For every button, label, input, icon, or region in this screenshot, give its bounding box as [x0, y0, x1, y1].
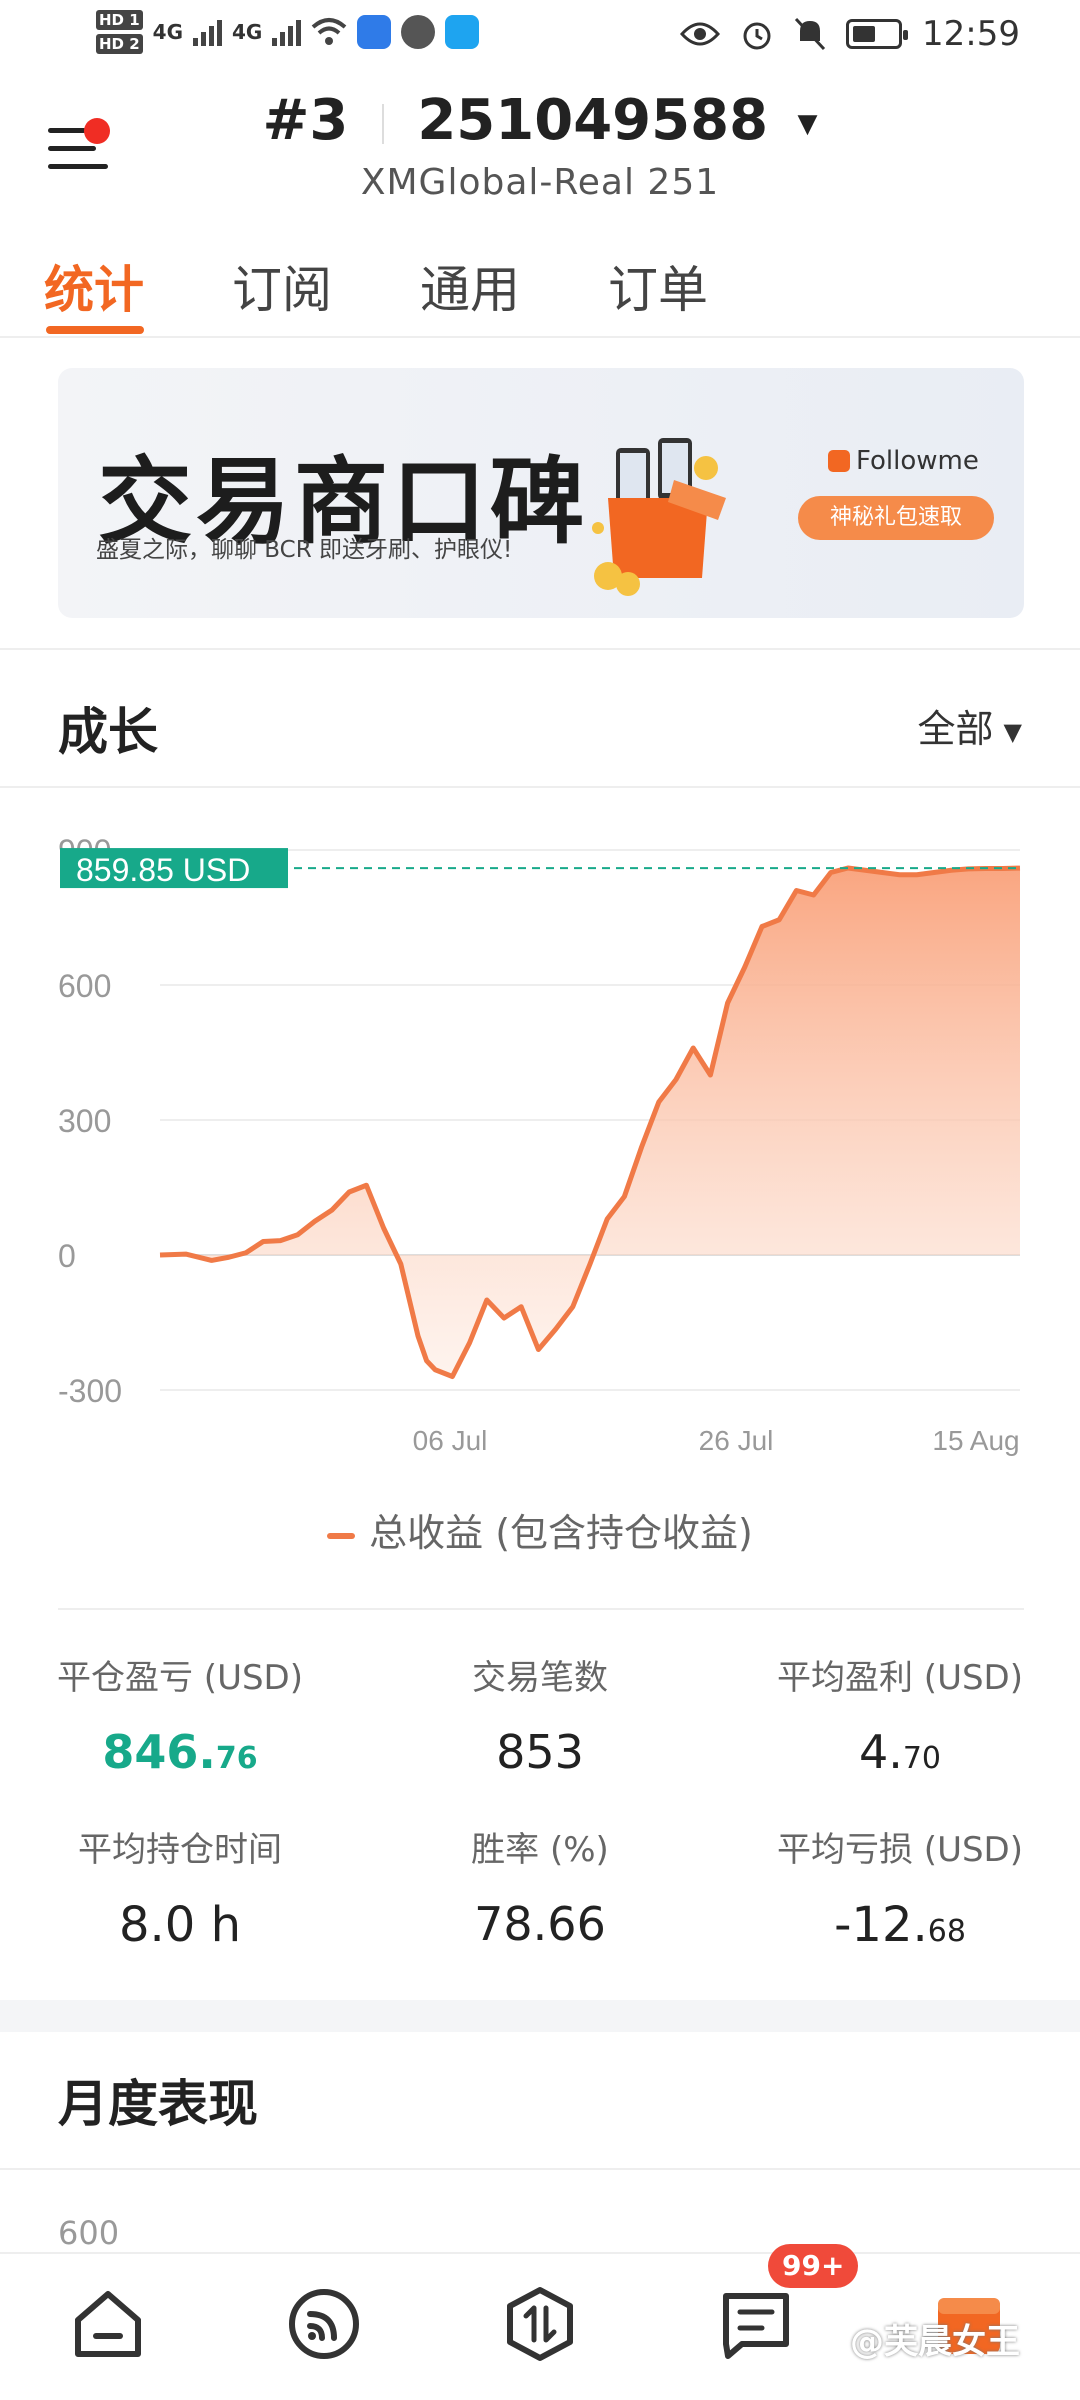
y-tick-label: 300: [58, 1103, 111, 1139]
monthly-title: 月度表现: [58, 2075, 258, 2133]
followme-brand: Followme: [828, 446, 979, 476]
range-value: 全部: [917, 707, 994, 751]
banner-section: 交易商口碑 盛夏之际，聊聊 BCR 即送牙刷、护眼仪! Followme 神秘礼…: [0, 338, 1080, 650]
promo-banner[interactable]: 交易商口碑 盛夏之际，聊聊 BCR 即送牙刷、护眼仪! Followme 神秘礼…: [58, 368, 1024, 618]
account-selector[interactable]: #3 251049588 ▼: [0, 88, 1080, 153]
stat-value-int: 8.0 h: [118, 1897, 241, 1953]
stat-label: 胜率 (%): [471, 1830, 609, 1870]
range-dropdown[interactable]: 全部 ▼: [918, 698, 1022, 753]
tab-bar: 统计 订阅 通用 订单: [0, 238, 1080, 338]
stat-trade-count: 交易笔数 853: [360, 1650, 720, 1779]
growth-chart-svg: 9006003000-300859.85 USD06 Jul26 Jul15 A…: [58, 833, 1021, 1456]
server-name: XMGlobal-Real 251: [360, 162, 720, 203]
stat-avg-loss: 平均亏损 (USD) -12.68: [720, 1822, 1080, 1953]
status-bar: HD 1 HD 2 4G 4G 12:59: [0, 0, 1080, 78]
messages-icon[interactable]: [716, 2284, 796, 2364]
growth-header: 成长 全部 ▼: [0, 652, 1080, 788]
y-tick-label: 0: [58, 1238, 76, 1274]
stat-value: 846.76: [0, 1725, 360, 1779]
legend-swatch: [327, 1532, 356, 1539]
stat-value: -12.68: [720, 1897, 1080, 1953]
stat-value: 4.70: [720, 1725, 1080, 1779]
status-right: 12:59: [680, 14, 1020, 54]
banner-subtitle: 盛夏之际，聊聊 BCR 即送牙刷、护眼仪!: [96, 537, 513, 563]
divider: [0, 2168, 1080, 2170]
alarm-icon: [743, 22, 771, 50]
stat-value: 8.0 h: [0, 1897, 360, 1953]
current-value-label: 859.85 USD: [76, 852, 250, 888]
legend-label: 总收益 (包含持仓收益): [369, 1511, 753, 1555]
battery-icon: [846, 19, 909, 49]
stat-label: 交易笔数: [472, 1658, 608, 1698]
stat-value-dec: 70: [902, 1741, 942, 1776]
stat-value-int: 846.: [102, 1725, 216, 1779]
app-notification-icon-1: [357, 15, 392, 49]
tab-orders[interactable]: 订单: [608, 250, 708, 322]
stat-value-int: 78.66: [474, 1897, 606, 1951]
stat-label: 平均持仓时间: [78, 1830, 282, 1870]
wifi-icon: [312, 18, 347, 45]
signal-icon: [193, 18, 223, 46]
stat-label: 平均盈利 (USD): [777, 1658, 1023, 1698]
stat-label: 平均亏损 (USD): [777, 1830, 1023, 1870]
signal-icon-2: [272, 18, 302, 46]
hd-indicators: HD 1 HD 2: [96, 10, 143, 54]
growth-title: 成长: [58, 703, 158, 761]
stat-value-dec: 68: [927, 1914, 966, 1949]
trade-icon[interactable]: [500, 2284, 580, 2364]
stat-avg-hold-time: 平均持仓时间 8.0 h: [0, 1822, 360, 1953]
app-notification-icon-2: [401, 15, 436, 49]
monthly-axis-tick: 600: [58, 2214, 120, 2252]
stat-avg-profit: 平均盈利 (USD) 4.70: [720, 1650, 1080, 1779]
stat-win-rate: 胜率 (%) 78.66: [360, 1822, 720, 1951]
y-tick-label: 600: [58, 968, 111, 1004]
gift-claim-button[interactable]: 神秘礼包速取: [798, 496, 994, 540]
chart-legend[interactable]: 总收益 (包含持仓收益): [0, 1502, 1080, 1557]
eye-icon: [680, 22, 721, 46]
mute-bell-icon: [794, 17, 826, 51]
bottom-nav: 99+ @芙晨女王: [0, 2244, 1080, 2400]
status-left: HD 1 HD 2 4G 4G: [96, 10, 480, 54]
active-tab-indicator: [46, 326, 144, 334]
section-separator: [0, 2000, 1080, 2032]
stats-grid: 平仓盈亏 (USD) 846.76 交易笔数 853 平均盈利 (USD) 4.…: [0, 1650, 1080, 1990]
stat-value-int: 4.: [858, 1725, 903, 1779]
stat-value-int: 853: [496, 1725, 584, 1779]
stat-value-int: -12.: [834, 1897, 928, 1953]
clock: 12:59: [922, 14, 1020, 54]
hd2-badge: HD 2: [96, 34, 143, 54]
home-icon[interactable]: [68, 2284, 148, 2364]
stat-value: 853: [360, 1725, 720, 1779]
network-type-1: 4G: [152, 20, 184, 44]
account-prefix: #3: [262, 88, 349, 153]
app-notification-icon-3: [445, 15, 480, 49]
subscription-icon[interactable]: [284, 2284, 364, 2364]
unread-badge: 99+: [768, 2244, 859, 2288]
stat-value-dec: 76: [215, 1741, 258, 1776]
account-header: #3 251049588 ▼ XMGlobal-Real 251: [0, 78, 1080, 218]
y-tick-label: -300: [58, 1373, 122, 1409]
range-caret-icon: ▼: [1003, 717, 1022, 746]
stat-value: 78.66: [360, 1897, 720, 1951]
network-type-2: 4G: [232, 20, 263, 44]
x-tick-label: 06 Jul: [413, 1425, 488, 1456]
x-tick-label: 15 Aug: [932, 1425, 1019, 1456]
brand-name: Followme: [856, 446, 979, 476]
divider: [58, 1608, 1024, 1610]
followme-logo-icon: [828, 450, 850, 472]
growth-chart[interactable]: 9006003000-300859.85 USD06 Jul26 Jul15 A…: [0, 790, 1080, 1456]
stat-label: 平仓盈亏 (USD): [57, 1658, 303, 1698]
dropdown-caret-icon: ▼: [797, 108, 818, 139]
series-area: [160, 868, 1020, 1377]
x-tick-label: 26 Jul: [699, 1425, 774, 1456]
tab-general[interactable]: 通用: [420, 250, 520, 322]
account-number: 251049588: [417, 88, 769, 153]
stat-closed-pnl: 平仓盈亏 (USD) 846.76: [0, 1650, 360, 1779]
gift-box-icon: [592, 438, 726, 596]
watermark-text: @芙晨女王: [850, 2322, 1020, 2362]
hd1-badge: HD 1: [96, 10, 143, 30]
tab-stats[interactable]: 统计: [44, 250, 144, 322]
tab-subscribe[interactable]: 订阅: [232, 250, 332, 322]
